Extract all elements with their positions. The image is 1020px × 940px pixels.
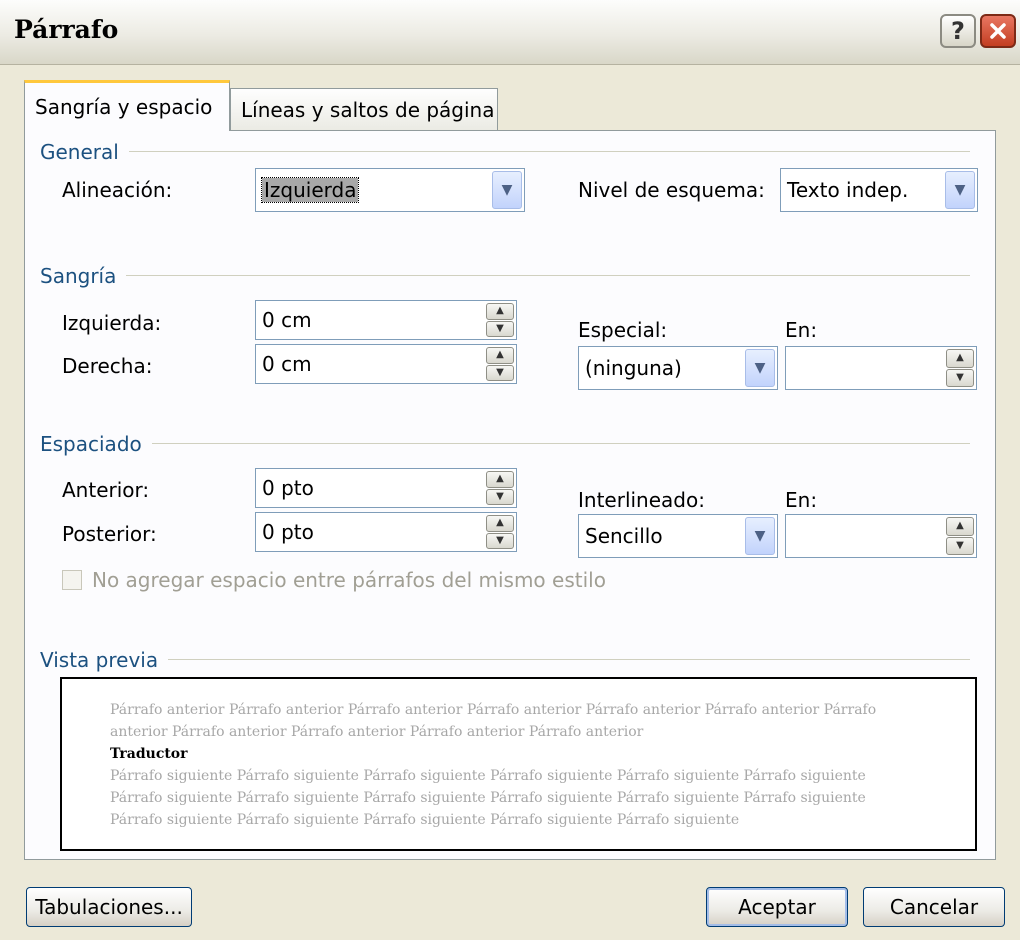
- interlineado-value: Sencillo: [585, 524, 663, 548]
- preview-divider: [40, 659, 970, 660]
- spin-updown-icon[interactable]: ▲ ▼: [486, 471, 514, 505]
- anterior-spinner[interactable]: 0 pto ▲ ▼: [255, 468, 517, 508]
- anterior-label: Anterior:: [62, 478, 150, 502]
- aceptar-label: Aceptar: [738, 895, 816, 919]
- espaciado-section-title: Espaciado: [40, 432, 152, 456]
- sangria-en-label: En:: [785, 318, 818, 342]
- close-button[interactable]: [980, 14, 1016, 48]
- especial-select[interactable]: (ninguna) ▼: [578, 346, 778, 390]
- sangria-divider: [40, 275, 970, 276]
- tab-lineas-saltos-label: Líneas y saltos de página: [241, 97, 495, 122]
- tab-sangria-espacio-label: Sangría y espacio: [35, 95, 213, 119]
- posterior-value: 0 pto: [262, 520, 314, 544]
- spin-updown-icon[interactable]: ▲ ▼: [486, 515, 514, 549]
- no-agregar-espacio-checkbox[interactable]: [62, 570, 82, 590]
- izquierda-value: 0 cm: [262, 308, 312, 332]
- spin-updown-icon[interactable]: ▲ ▼: [486, 303, 514, 337]
- alineacion-label: Alineación:: [62, 178, 173, 202]
- tabulaciones-button[interactable]: Tabulaciones...: [26, 887, 192, 927]
- general-divider: [40, 151, 970, 152]
- izquierda-spinner[interactable]: 0 cm ▲ ▼: [255, 300, 517, 340]
- nivel-esquema-select[interactable]: Texto indep. ▼: [780, 168, 978, 212]
- sangria-section-title: Sangría: [40, 264, 127, 288]
- anterior-value: 0 pto: [262, 476, 314, 500]
- derecha-value: 0 cm: [262, 352, 312, 376]
- spin-updown-icon[interactable]: ▲ ▼: [486, 347, 514, 381]
- paragraph-dialog: Párrafo ? Líneas y saltos de página Sang…: [0, 0, 1020, 940]
- especial-value: (ninguna): [585, 356, 682, 380]
- posterior-label: Posterior:: [62, 522, 157, 546]
- help-icon: ?: [951, 17, 965, 45]
- interlineado-select[interactable]: Sencillo ▼: [578, 514, 778, 558]
- chevron-down-icon[interactable]: ▼: [745, 517, 775, 555]
- aceptar-button[interactable]: Aceptar: [706, 887, 848, 927]
- preview-box: Párrafo anterior Párrafo anterior Párraf…: [60, 677, 977, 851]
- derecha-label: Derecha:: [62, 354, 153, 378]
- cancelar-button[interactable]: Cancelar: [863, 887, 1005, 927]
- preview-next-paragraph: Párrafo siguiente Párrafo siguiente Párr…: [110, 768, 866, 828]
- close-icon: [990, 23, 1006, 39]
- no-agregar-espacio-label: No agregar espacio entre párrafos del mi…: [92, 568, 606, 592]
- posterior-spinner[interactable]: 0 pto ▲ ▼: [255, 512, 517, 552]
- izquierda-label: Izquierda:: [62, 311, 162, 335]
- interlineado-label: Interlineado:: [578, 488, 705, 512]
- alineacion-value: Izquierda: [260, 177, 360, 203]
- chevron-down-icon[interactable]: ▼: [745, 349, 775, 387]
- cancelar-label: Cancelar: [889, 895, 979, 919]
- tab-sangria-espacio[interactable]: Sangría y espacio: [24, 80, 230, 131]
- espaciado-en-spinner[interactable]: ▲ ▼: [785, 514, 977, 558]
- spin-updown-icon[interactable]: ▲ ▼: [946, 517, 974, 555]
- tabulaciones-label: Tabulaciones...: [35, 895, 183, 919]
- alineacion-select[interactable]: Izquierda ▼: [255, 168, 525, 212]
- help-button[interactable]: ?: [940, 14, 976, 48]
- dialog-title: Párrafo: [14, 15, 119, 44]
- preview-current-paragraph: Traductor: [110, 746, 188, 762]
- especial-label: Especial:: [578, 318, 668, 342]
- chevron-down-icon[interactable]: ▼: [945, 171, 975, 209]
- chevron-down-icon[interactable]: ▼: [492, 171, 522, 209]
- title-bar[interactable]: Párrafo ?: [0, 0, 1020, 65]
- nivel-esquema-value: Texto indep.: [787, 178, 909, 202]
- tab-lineas-saltos[interactable]: Líneas y saltos de página: [230, 88, 498, 130]
- sangria-en-spinner[interactable]: ▲ ▼: [785, 346, 977, 390]
- preview-section-title: Vista previa: [40, 648, 169, 672]
- general-section-title: General: [40, 140, 129, 164]
- espaciado-en-label: En:: [785, 488, 818, 512]
- espaciado-divider: [40, 443, 970, 444]
- preview-previous-paragraph: Párrafo anterior Párrafo anterior Párraf…: [110, 702, 877, 740]
- spin-updown-icon[interactable]: ▲ ▼: [946, 349, 974, 387]
- derecha-spinner[interactable]: 0 cm ▲ ▼: [255, 344, 517, 384]
- nivel-esquema-label: Nivel de esquema:: [578, 178, 765, 202]
